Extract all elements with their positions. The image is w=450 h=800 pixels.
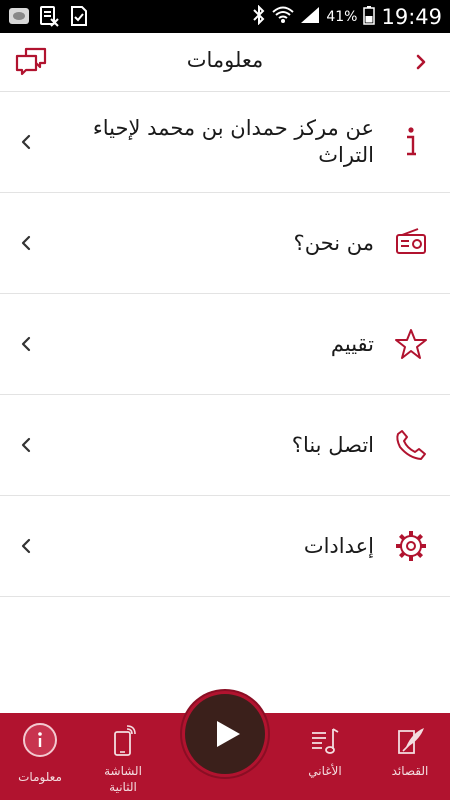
bluetooth-icon (252, 4, 266, 29)
menu-item-who-we-are[interactable]: من نحن؟ (0, 193, 450, 294)
chevron-left-icon (20, 537, 32, 555)
wifi-icon (272, 6, 295, 28)
notification-icons (8, 5, 90, 27)
nav-item-poems[interactable]: القصائد (370, 713, 450, 800)
music-list-icon (309, 725, 341, 757)
chevron-left-icon (20, 436, 32, 454)
download-done-icon (68, 5, 90, 27)
sim-block-icon (38, 5, 60, 27)
chevron-left-icon (20, 133, 32, 151)
battery-icon (363, 5, 376, 29)
chevron-left-icon (20, 234, 32, 252)
menu-item-about-center[interactable]: عن مركز حمدان بن محمد لإحياء التراث (0, 92, 450, 193)
nav-label: معلومات (18, 770, 62, 784)
page-title: معلومات (186, 48, 264, 72)
nav-label: الأغاني (308, 764, 342, 778)
status-bar: 41% 19:49 (0, 0, 450, 33)
quill-icon (394, 725, 426, 757)
menu-item-rate[interactable]: تقييم (0, 294, 450, 395)
nav-item-info[interactable]: معلومات (0, 713, 80, 800)
nav-item-second-screen[interactable]: الشاشة الثانية (85, 713, 161, 800)
nav-item-songs[interactable]: الأغاني (285, 713, 365, 800)
gear-icon (394, 529, 428, 563)
info-menu: عن مركز حمدان بن محمد لإحياء التراث من ن… (0, 92, 450, 597)
phone-icon (394, 428, 428, 462)
menu-item-contact-us[interactable]: اتصل بنا؟ (0, 395, 450, 496)
app-notification-icon (8, 5, 30, 27)
radio-icon (394, 226, 428, 260)
app-header: معلومات (0, 33, 450, 92)
menu-item-settings[interactable]: إعدادات (0, 496, 450, 597)
menu-item-label: تقييم (330, 331, 374, 356)
battery-percent: 41% (326, 8, 358, 25)
menu-item-label: عن مركز حمدان بن محمد لإحياء التراث (92, 116, 374, 167)
back-chevron-icon[interactable] (414, 52, 428, 72)
play-icon (217, 721, 240, 747)
menu-item-label: اتصل بنا؟ (291, 432, 374, 457)
menu-item-label: إعدادات (303, 533, 374, 558)
signal-icon (300, 6, 320, 28)
phone-cast-icon (107, 725, 139, 757)
nav-label: الشاشة الثانية (104, 764, 142, 794)
clock: 19:49 (381, 4, 442, 29)
nav-label: القصائد (391, 764, 429, 778)
chevron-left-icon (20, 335, 32, 353)
info-circle-icon (23, 723, 57, 757)
info-icon (394, 125, 428, 159)
star-icon (394, 327, 428, 361)
play-button[interactable] (182, 691, 268, 777)
menu-item-label: من نحن؟ (293, 230, 374, 255)
